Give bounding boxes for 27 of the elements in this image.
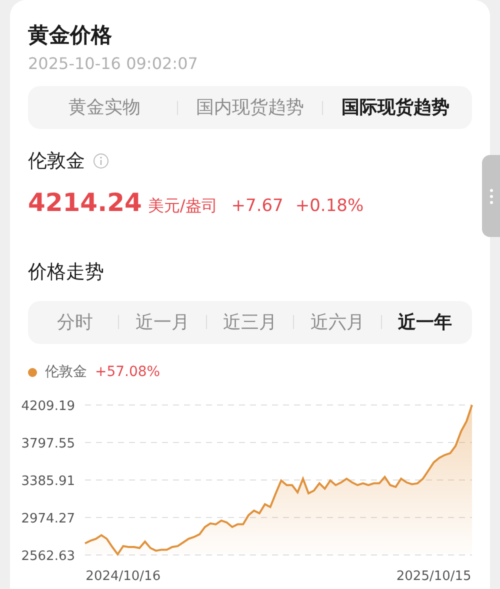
- price: 4214.24: [28, 186, 142, 218]
- timestamp: 2025-10-16 09:02:07: [28, 53, 199, 75]
- y-tick-label: 2562.63: [21, 548, 75, 564]
- change-percent: +0.18%: [295, 194, 364, 218]
- tab[interactable]: 分时: [32, 308, 118, 336]
- y-tick-label: 3385.91: [21, 474, 75, 488]
- tab[interactable]: 国际现货趋势: [323, 94, 468, 121]
- legend-label: 伦敦金: [45, 362, 87, 382]
- tab[interactable]: 近一年: [382, 308, 468, 336]
- tab[interactable]: 近三月: [206, 308, 294, 336]
- y-tick-label: 4209.19: [21, 398, 75, 414]
- y-tick-label: 2974.27: [21, 511, 75, 526]
- legend-change: +57.08%: [95, 362, 160, 382]
- x-tick-label: 2025/10/15: [396, 568, 472, 584]
- x-tick-label: 2024/10/16: [86, 568, 161, 584]
- price-change: +7.67: [231, 194, 284, 218]
- scroll-handle[interactable]: [482, 155, 500, 237]
- page-title: 黄金价格: [28, 22, 113, 49]
- price-unit: 美元/盎司: [148, 194, 218, 216]
- info-icon[interactable]: [93, 153, 109, 170]
- y-tick-label: 3797.55: [21, 436, 75, 451]
- tab[interactable]: 近一月: [119, 308, 206, 336]
- tab[interactable]: 近六月: [294, 308, 381, 336]
- quote-name: 伦敦金: [28, 149, 85, 174]
- section-title: 价格走势: [28, 260, 105, 285]
- tab[interactable]: 黄金实物: [32, 94, 177, 121]
- tab[interactable]: 国内现货趋势: [178, 94, 322, 121]
